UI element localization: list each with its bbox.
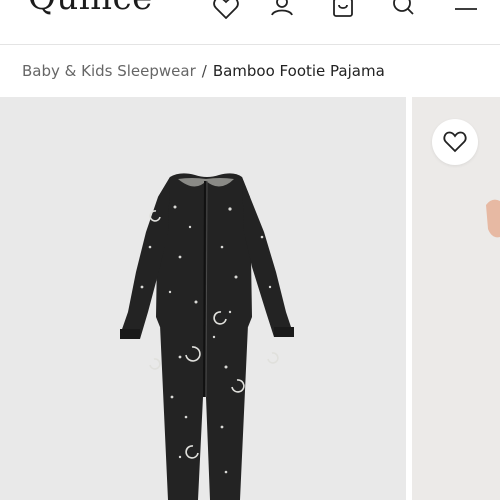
pajama-illustration (120, 173, 294, 500)
heart-icon[interactable] (212, 0, 240, 20)
top-header: Quince (0, 0, 500, 45)
brand-logo[interactable]: Quince (28, 0, 153, 18)
account-icon[interactable] (268, 0, 296, 20)
menu-icon[interactable] (452, 0, 480, 20)
breadcrumb-separator: / (201, 62, 207, 80)
breadcrumb-parent-link[interactable]: Baby & Kids Sleepwear (22, 62, 196, 80)
search-icon[interactable] (390, 0, 418, 20)
favorite-button[interactable] (432, 119, 478, 165)
product-gallery (0, 97, 500, 500)
product-image-main[interactable] (0, 97, 406, 500)
breadcrumb-current: Bamboo Footie Pajama (212, 62, 385, 80)
bag-icon[interactable] (329, 0, 357, 20)
breadcrumb: Baby & Kids Sleepwear / Bamboo Footie Paja… (22, 62, 385, 80)
heart-outline-icon (443, 131, 467, 153)
